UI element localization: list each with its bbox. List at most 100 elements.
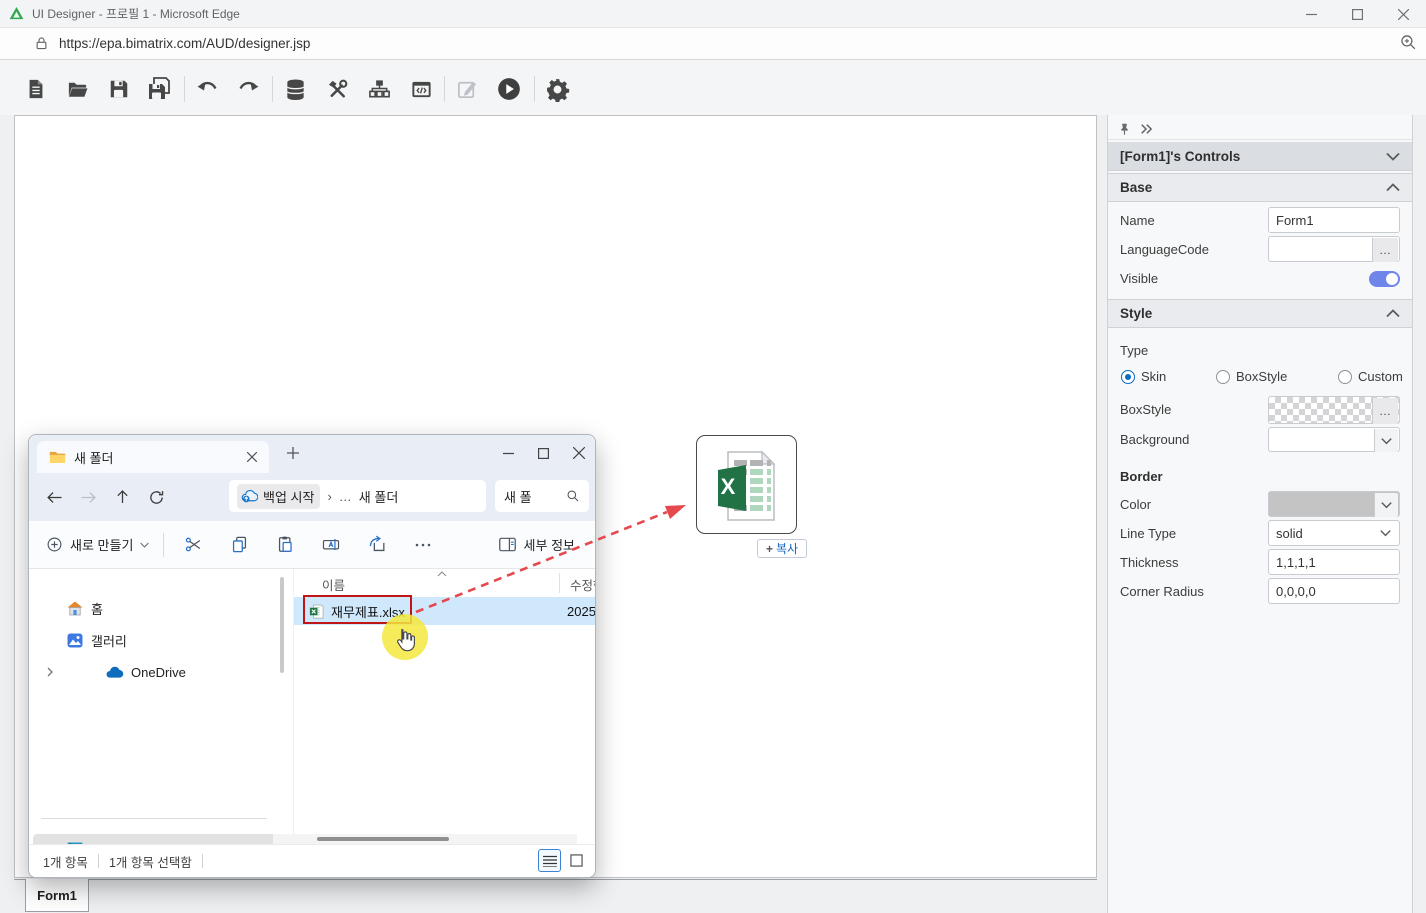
explorer-minimize-icon[interactable] <box>503 448 514 459</box>
radio-skin[interactable]: Skin <box>1121 369 1166 384</box>
controls-header[interactable]: [Form1]'s Controls <box>1108 142 1412 171</box>
linetype-label: Line Type <box>1120 526 1176 541</box>
radio-custom[interactable]: Custom <box>1338 369 1403 384</box>
save-all-button[interactable] <box>142 72 176 106</box>
sidebar-item-gallery[interactable]: 갤러리 <box>33 625 281 655</box>
new-item-button[interactable]: 새로 만들기 <box>46 535 149 554</box>
tab-form1[interactable]: Form1 <box>25 879 89 912</box>
expand-chevron-icon[interactable] <box>45 667 55 677</box>
zoom-in-button[interactable] <box>1399 33 1418 52</box>
address-bar[interactable]: https://epa.bimatrix.com/AUD/designer.js… <box>0 28 1426 60</box>
undo-button[interactable] <box>190 72 224 106</box>
up-icon[interactable] <box>115 489 130 505</box>
visible-toggle[interactable] <box>1369 271 1400 287</box>
column-modified[interactable]: 수정한 날짜 <box>570 575 596 594</box>
chevron-down-icon <box>1381 501 1392 509</box>
more-icon <box>414 536 432 554</box>
item-count: 1개 항목 <box>43 852 88 871</box>
open-button[interactable] <box>60 72 94 106</box>
boxstyle-label: BoxStyle <box>1120 402 1171 417</box>
breadcrumb-current[interactable]: 새 폴더 <box>359 487 399 506</box>
rename-button[interactable] <box>308 535 354 554</box>
paste-button[interactable] <box>262 535 308 554</box>
new-tab-icon[interactable] <box>287 447 299 459</box>
save-button[interactable] <box>102 72 136 106</box>
name-input[interactable]: Form1 <box>1268 207 1400 233</box>
hierarchy-button[interactable] <box>362 72 396 106</box>
base-section-header[interactable]: Base <box>1108 173 1412 202</box>
details-pane-icon <box>498 536 517 553</box>
code-icon <box>410 78 433 101</box>
edit-button[interactable] <box>450 72 484 106</box>
lock-icon <box>34 36 49 51</box>
maximize-button[interactable] <box>1334 0 1380 28</box>
breadcrumb[interactable]: 백업 시작 › … 새 폴더 <box>229 480 486 512</box>
back-icon[interactable] <box>46 490 63 505</box>
languagecode-browse-button[interactable]: … <box>1372 238 1398 262</box>
explorer-status-bar: 1개 항목 1개 항목 선택함 <box>29 844 595 877</box>
languagecode-input[interactable]: … <box>1268 236 1400 262</box>
close-button[interactable] <box>1380 0 1426 28</box>
more-options-button[interactable] <box>400 536 446 554</box>
tab-close-icon[interactable] <box>247 452 257 462</box>
redo-button[interactable] <box>232 72 266 106</box>
border-color-swatch[interactable] <box>1268 491 1400 517</box>
color-label: Color <box>1120 497 1151 512</box>
tools-button[interactable] <box>320 72 354 106</box>
icons-view-button[interactable] <box>565 849 588 872</box>
cut-button[interactable] <box>170 535 216 554</box>
scrollbar-thumb[interactable] <box>317 837 449 841</box>
code-button[interactable] <box>404 72 438 106</box>
details-view-button[interactable] <box>538 849 561 872</box>
breadcrumb-ellipsis[interactable]: … <box>339 489 352 504</box>
column-name[interactable]: 이름 <box>322 575 345 594</box>
browser-titlebar: UI Designer - 프로필 1 - Microsoft Edge <box>0 0 1426 28</box>
pin-panel-icon[interactable] <box>1118 122 1131 136</box>
thickness-label: Thickness <box>1120 555 1179 570</box>
explorer-close-icon[interactable] <box>573 447 585 459</box>
radio-boxstyle[interactable]: BoxStyle <box>1216 369 1287 384</box>
forward-icon[interactable] <box>80 490 97 505</box>
sidebar-scrollbar[interactable] <box>280 577 284 673</box>
explorer-search-input[interactable]: 새 폴 <box>495 480 589 512</box>
plus-glyph: + <box>766 542 773 556</box>
linetype-select[interactable]: solid <box>1268 520 1400 546</box>
file-modified-date: 2025 <box>567 604 596 619</box>
explorer-tabrow: 새 폴더 <box>29 435 595 473</box>
details-pane-button[interactable]: 세부 정보 <box>498 535 575 554</box>
database-button[interactable] <box>278 72 312 106</box>
explorer-address-row: 백업 시작 › … 새 폴더 새 폴 <box>29 473 595 521</box>
horizontal-scrollbar[interactable] <box>273 834 577 844</box>
refresh-icon[interactable] <box>148 489 165 506</box>
corner-radius-label: Corner Radius <box>1120 584 1204 599</box>
url-text[interactable]: https://epa.bimatrix.com/AUD/designer.js… <box>59 36 310 51</box>
style-section-header[interactable]: Style <box>1108 299 1412 328</box>
chevron-down-icon <box>140 542 149 548</box>
background-dropdown-button[interactable] <box>1374 429 1398 452</box>
thickness-input[interactable]: 1,1,1,1 <box>1268 549 1400 575</box>
undo-icon <box>195 77 219 101</box>
explorer-tab-title: 새 폴더 <box>74 448 247 467</box>
border-color-dropdown-button[interactable] <box>1374 493 1398 517</box>
run-button[interactable] <box>492 72 526 106</box>
boxstyle-browse-button[interactable]: … <box>1372 398 1398 424</box>
background-swatch[interactable] <box>1268 427 1400 452</box>
sidebar-item-home[interactable]: 홈 <box>33 593 281 623</box>
settings-button[interactable] <box>540 72 574 106</box>
corner-radius-input[interactable]: 0,0,0,0 <box>1268 578 1400 604</box>
explorer-tab[interactable]: 새 폴더 <box>37 441 269 473</box>
explorer-maximize-icon[interactable] <box>538 448 549 459</box>
minimize-button[interactable] <box>1288 0 1334 28</box>
collapse-panel-icon[interactable] <box>1139 123 1153 135</box>
new-file-button[interactable] <box>19 72 53 106</box>
boxstyle-swatch[interactable]: … <box>1268 396 1400 424</box>
save-icon <box>108 78 130 100</box>
copy-button[interactable] <box>216 535 262 554</box>
share-button[interactable] <box>354 535 400 554</box>
excel-drop-target[interactable]: X <box>696 435 797 534</box>
sidebar-item-onedrive[interactable]: OneDrive <box>33 657 281 687</box>
cursor-highlight <box>382 614 428 660</box>
chevron-up-icon <box>1386 183 1400 192</box>
app-logo-icon <box>9 6 24 21</box>
breadcrumb-root[interactable]: 백업 시작 <box>237 484 320 509</box>
